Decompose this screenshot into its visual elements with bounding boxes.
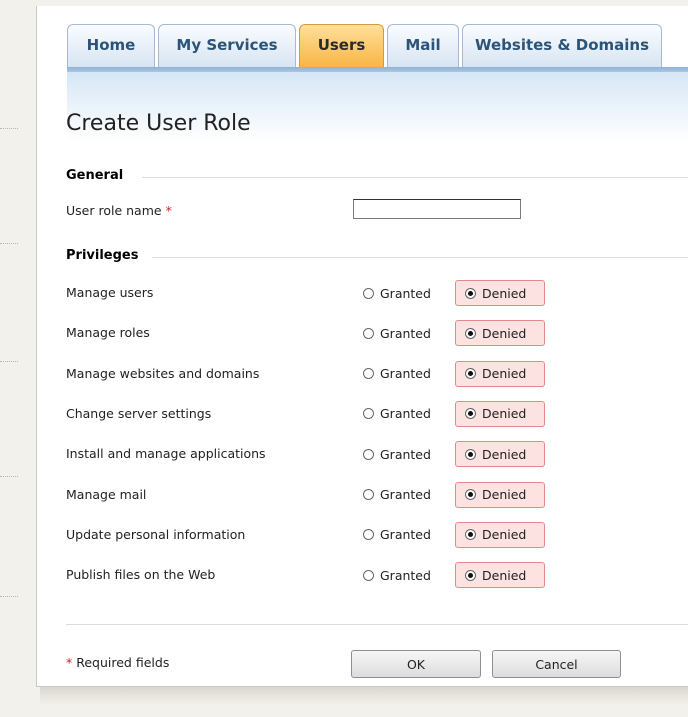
denied-radio[interactable] (465, 569, 476, 581)
tab-websites-domains[interactable]: Websites & Domains (462, 24, 662, 68)
denied-radio[interactable] (465, 448, 476, 460)
role-name-label: User role name * (66, 203, 172, 218)
denied-radio[interactable] (465, 327, 476, 339)
tab-bar-underline (67, 67, 688, 72)
granted-radio[interactable] (363, 327, 374, 339)
granted-label: Granted (380, 325, 431, 341)
denied-label: Denied (482, 446, 527, 462)
denied-label: Denied (482, 325, 527, 341)
dotted-guide (0, 476, 18, 478)
denied-option[interactable]: Denied (455, 320, 545, 347)
cancel-button[interactable]: Cancel (492, 650, 621, 678)
granted-option[interactable]: Granted (363, 524, 431, 546)
tab-mail[interactable]: Mail (387, 24, 459, 68)
denied-label: Denied (482, 567, 527, 583)
denied-radio[interactable] (465, 287, 476, 299)
granted-label: Granted (380, 487, 431, 502)
privilege-label: Manage websites and domains (66, 365, 260, 381)
granted-label: Granted (380, 446, 431, 462)
privilege-label: Update personal information (66, 526, 246, 542)
denied-option[interactable]: Denied (455, 481, 545, 508)
denied-radio[interactable] (465, 529, 476, 541)
tab-users[interactable]: Users (299, 24, 384, 68)
granted-radio[interactable] (363, 489, 374, 500)
denied-option[interactable]: Denied (455, 360, 545, 387)
granted-option[interactable]: Granted (363, 443, 431, 465)
required-marker: * (66, 655, 73, 670)
privilege-label: Publish files on the Web (66, 567, 216, 583)
section-heading-general: General (66, 168, 124, 183)
denied-label: Denied (482, 406, 527, 422)
granted-option[interactable]: Granted (363, 282, 431, 304)
nav-tabs: Home My Services Users Mail Websites & D… (67, 24, 665, 68)
denied-label: Denied (482, 285, 527, 301)
denied-radio[interactable] (465, 408, 476, 420)
section-divider (152, 257, 688, 258)
dotted-guide (0, 596, 18, 598)
section-heading-privileges: Privileges (66, 248, 139, 263)
required-fields-note: * Required fields (66, 655, 169, 670)
granted-label: Granted (380, 406, 431, 422)
granted-label: Granted (380, 285, 431, 301)
page-title: Create User Role (66, 111, 251, 136)
granted-radio[interactable] (363, 569, 374, 581)
panel-shadow (40, 687, 688, 705)
tab-home[interactable]: Home (67, 24, 155, 68)
privilege-label: Manage users (66, 285, 154, 300)
denied-label: Denied (482, 527, 527, 543)
granted-option[interactable]: Granted (363, 322, 431, 344)
granted-radio[interactable] (363, 287, 374, 299)
main-panel: Home My Services Users Mail Websites & D… (36, 6, 688, 687)
denied-radio[interactable] (465, 368, 476, 380)
privilege-label: Install and manage applications (66, 446, 266, 462)
role-name-label-text: User role name (66, 203, 162, 218)
required-fields-text: Required fields (76, 655, 170, 670)
privilege-label: Change server settings (66, 405, 212, 421)
granted-option[interactable]: Granted (363, 564, 431, 586)
required-marker: * (165, 203, 172, 218)
tab-my-services[interactable]: My Services (158, 24, 296, 68)
granted-label: Granted (380, 366, 431, 382)
dotted-guide (0, 128, 18, 130)
granted-radio[interactable] (363, 448, 374, 460)
denied-label: Denied (482, 487, 527, 502)
section-divider (142, 177, 688, 178)
granted-radio[interactable] (363, 408, 374, 420)
denied-label: Denied (482, 366, 527, 382)
granted-option[interactable]: Granted (363, 403, 431, 425)
denied-option[interactable]: Denied (455, 562, 545, 589)
granted-option[interactable]: Granted (363, 363, 431, 385)
denied-option[interactable]: Denied (455, 521, 545, 548)
denied-option[interactable]: Denied (455, 280, 545, 306)
denied-option[interactable]: Denied (455, 441, 545, 468)
privilege-label: Manage mail (66, 486, 147, 502)
granted-radio[interactable] (363, 529, 374, 541)
dotted-guide (0, 243, 18, 245)
granted-label: Granted (380, 527, 431, 543)
role-name-input[interactable] (353, 199, 521, 219)
dotted-guide (0, 361, 18, 363)
footer-divider (66, 624, 688, 625)
denied-radio[interactable] (465, 489, 476, 500)
granted-label: Granted (380, 567, 431, 583)
privilege-label: Manage roles (66, 325, 150, 341)
denied-option[interactable]: Denied (455, 400, 545, 427)
granted-radio[interactable] (363, 368, 374, 380)
ok-button[interactable]: OK (351, 650, 481, 678)
granted-option[interactable]: Granted (363, 484, 431, 506)
